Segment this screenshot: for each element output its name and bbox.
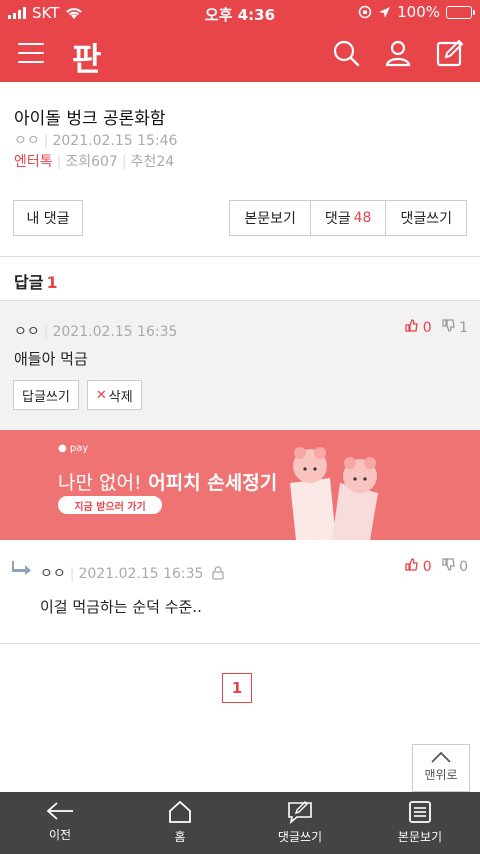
banner-cta[interactable]: 지금 받으러 가기 — [58, 496, 162, 514]
nav-write-comment[interactable]: 댓글쓰기 — [240, 792, 360, 854]
write-comment-button[interactable]: 댓글쓰기 — [385, 200, 467, 236]
comment-upvote-count: 0 — [422, 320, 432, 336]
pay-badge: ● pay — [58, 443, 89, 454]
nested-reply-item: ㅇㅇ | 2021.02.15 16:35 0 0 이걸 먹금하는 순덕 수준.. — [0, 540, 480, 644]
thumbs-up-icon — [405, 319, 418, 332]
banner-headline-light: 나만 없어! — [58, 472, 142, 494]
chevron-up-icon — [431, 751, 451, 763]
ad-banner[interactable]: ● pay 나만 없어! 어피치 손세정기 지금 받으러 가기 — [0, 430, 480, 540]
lock-icon — [212, 566, 224, 580]
banner-headline-bold: 어피치 손세정기 — [148, 472, 278, 494]
comment-author: ㅇㅇ — [14, 324, 40, 340]
reply-downvote[interactable]: 0 — [441, 558, 468, 575]
page-number[interactable]: 1 — [222, 673, 252, 703]
reply-button[interactable]: 답글쓰기 — [13, 380, 79, 410]
status-bar: SKT 오후 4:36 100% — [0, 0, 480, 26]
nav-home-label: 홈 — [174, 830, 186, 844]
menu-icon[interactable] — [18, 43, 44, 63]
logo[interactable]: 판 — [72, 34, 101, 80]
reply-upvote[interactable]: 0 — [405, 558, 432, 575]
post-date: 2021.02.15 15:46 — [52, 133, 178, 149]
nav-view-post[interactable]: 본문보기 — [360, 792, 480, 854]
location-icon — [379, 6, 391, 18]
post-author: ㅇㅇ — [14, 133, 40, 149]
post-likes: 추천24 — [130, 154, 175, 170]
back-to-top-label: 맨위로 — [424, 768, 458, 782]
comment-upvote[interactable]: 0 — [405, 319, 432, 336]
write-comment-icon — [288, 801, 312, 824]
thumbs-down-icon — [441, 558, 455, 571]
nav-view-post-label: 본문보기 — [397, 830, 443, 844]
replies-count: 1 — [46, 273, 58, 292]
back-to-top-button[interactable]: 맨위로 — [412, 744, 470, 792]
comment-item: ㅇㅇ | 2021.02.15 16:35 0 1 애들아 먹금 답글쓰기 ✕ 삭제 — [0, 300, 480, 430]
divider — [0, 256, 480, 257]
post-category[interactable]: 엔터톡 — [14, 154, 53, 170]
comment-date: 2021.02.15 16:35 — [52, 324, 178, 340]
user-icon[interactable] — [384, 39, 412, 67]
post-meta-author: ㅇㅇ | 2021.02.15 15:46 — [14, 133, 178, 149]
bottom-nav: 이전 홈 댓글쓰기 본문보기 — [0, 792, 480, 854]
battery-icon — [446, 5, 475, 19]
edit-icon[interactable] — [436, 39, 464, 67]
reply-upvote-count: 0 — [422, 559, 432, 575]
post-actions: 본문보기 댓글 48 댓글쓰기 — [229, 200, 467, 236]
comment-text: 애들아 먹금 — [14, 350, 88, 368]
reply-arrow-icon — [12, 561, 31, 575]
nav-back[interactable]: 이전 — [0, 792, 120, 854]
reply-text: 이걸 먹금하는 순덕 수준.. — [40, 598, 202, 616]
comment-downvote-count: 1 — [459, 320, 468, 336]
comment-votes: 0 1 — [405, 319, 468, 336]
thumbs-down-icon — [441, 319, 455, 332]
comments-count: 48 — [353, 210, 372, 226]
view-post-button[interactable]: 본문보기 — [229, 200, 310, 236]
home-icon — [169, 800, 191, 823]
document-icon — [409, 801, 431, 823]
rotation-lock-icon — [358, 5, 372, 19]
back-arrow-icon — [46, 802, 73, 820]
replies-heading: 답글 1 — [14, 269, 58, 293]
comment-downvote[interactable]: 1 — [441, 319, 468, 336]
delete-label: 삭제 — [108, 389, 133, 405]
comments-button[interactable]: 댓글 48 — [309, 200, 386, 236]
nav-write-comment-label: 댓글쓰기 — [277, 830, 323, 844]
product-illustration — [290, 447, 378, 540]
banner-headline: 나만 없어! 어피치 손세정기 — [58, 468, 277, 495]
reply-downvote-count: 0 — [459, 559, 468, 575]
reply-votes: 0 0 — [405, 558, 468, 575]
reply-meta: ㅇㅇ | 2021.02.15 16:35 — [40, 563, 224, 583]
post-title: 아이돌 벙크 공론화함 — [14, 109, 166, 129]
comments-label: 댓글 — [324, 211, 351, 227]
app-header: 판 — [0, 26, 480, 82]
thumbs-up-icon — [405, 558, 418, 571]
reply-date: 2021.02.15 16:35 — [78, 566, 204, 582]
delete-button[interactable]: ✕ 삭제 — [86, 380, 142, 410]
nav-home[interactable]: 홈 — [120, 792, 240, 854]
post-views: 조회607 — [65, 154, 118, 170]
battery-percent: 100% — [397, 3, 440, 21]
comment-meta: ㅇㅇ | 2021.02.15 16:35 — [14, 324, 178, 340]
post-meta-stats: 엔터톡 | 조회607 | 추천24 — [14, 154, 175, 170]
search-icon[interactable] — [332, 39, 360, 67]
reply-author: ㅇㅇ — [40, 566, 66, 582]
pay-label: pay — [69, 443, 89, 454]
replies-label: 답글 — [14, 273, 44, 292]
nav-back-label: 이전 — [48, 828, 72, 842]
close-icon: ✕ — [95, 387, 107, 403]
my-comments-button[interactable]: 내 댓글 — [13, 200, 83, 236]
